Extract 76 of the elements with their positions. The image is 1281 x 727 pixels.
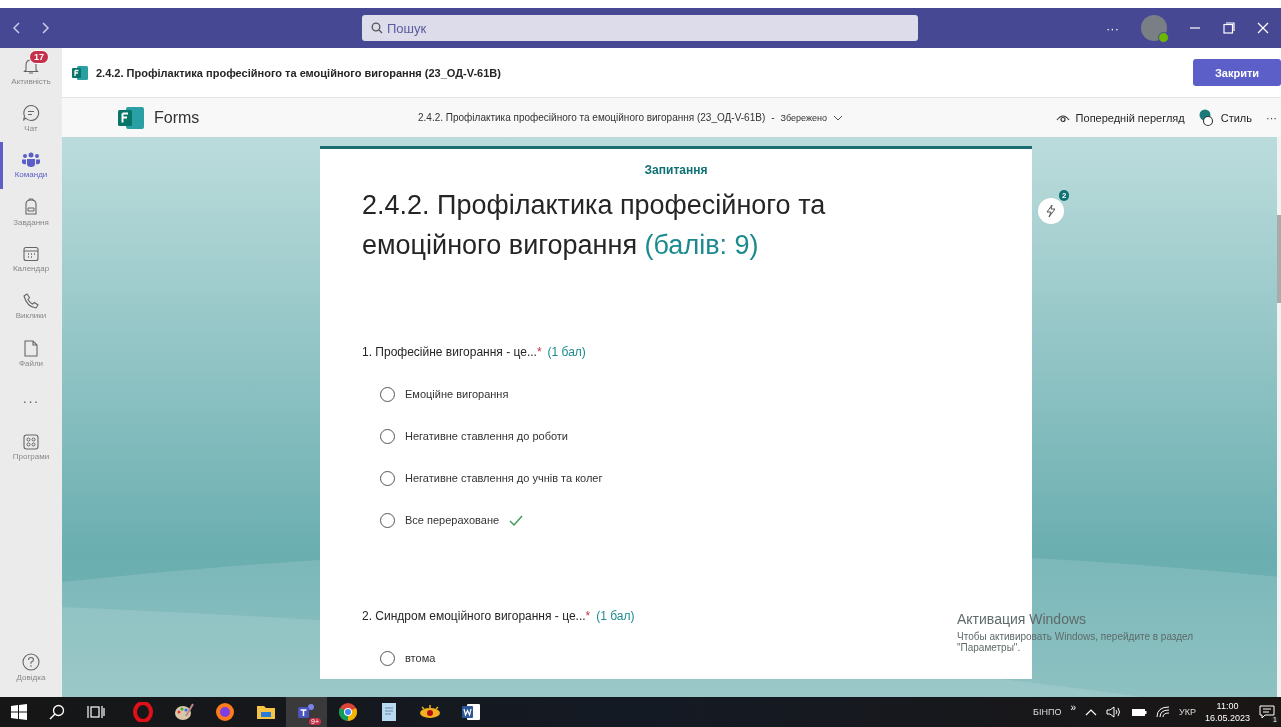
browser-icon[interactable]	[214, 702, 235, 722]
notification-icon	[1259, 705, 1275, 719]
teams-icon	[296, 703, 317, 721]
help-button[interactable]: Довідка	[0, 644, 62, 691]
chevron-down-icon[interactable]	[832, 114, 843, 121]
option-label: Негативне ставлення до роботи	[405, 430, 568, 442]
option-label: Все перераховане	[405, 514, 500, 526]
more-apps-button[interactable]: ···	[0, 377, 62, 424]
lightning-icon	[1045, 204, 1057, 218]
palette-icon	[1198, 108, 1215, 127]
forms-logo-icon	[118, 106, 144, 129]
toolbar-label[interactable]: БІНПО	[1033, 707, 1062, 717]
app-bar-item[interactable]: Команди	[0, 142, 62, 189]
avatar[interactable]	[1141, 15, 1167, 41]
option-label: Емоційне вигорання	[405, 388, 509, 400]
search-field[interactable]: Пошук	[362, 15, 918, 41]
search-icon	[371, 22, 383, 34]
ideas-button[interactable]	[1038, 198, 1064, 224]
eye-icon	[1055, 112, 1070, 123]
back-icon[interactable]	[12, 21, 22, 35]
document-icon[interactable]	[460, 703, 481, 721]
more-options-button[interactable]: ···	[1106, 20, 1119, 36]
option-label: втома	[405, 652, 436, 664]
backpack-icon	[23, 198, 39, 216]
save-status[interactable]: Збережено	[780, 112, 827, 123]
app-bar-item[interactable]: Виклики	[0, 283, 62, 330]
close-button[interactable]: Закрити	[1193, 59, 1281, 86]
style-button[interactable]: Стиль	[1198, 108, 1252, 127]
app-bar-item[interactable]: Чат	[0, 95, 62, 142]
question-title: 1. Професійне вигорання - це...* (1 бал)	[362, 345, 587, 359]
forms-icon	[72, 65, 88, 80]
clock[interactable]: 11:00 16.05.2023	[1204, 700, 1250, 724]
more-options-button[interactable]: ···	[1266, 111, 1281, 124]
phone-icon	[23, 293, 39, 309]
language-indicator[interactable]: УКР	[1179, 707, 1196, 717]
app-bar-item[interactable]: Завдання	[0, 189, 62, 236]
scrollbar[interactable]	[1277, 137, 1281, 697]
chevron-up-icon[interactable]	[1085, 708, 1097, 716]
folder-icon[interactable]	[255, 703, 276, 721]
calendar-icon	[23, 246, 39, 262]
wifi-icon[interactable]	[1156, 706, 1170, 718]
windows-start-icon[interactable]	[11, 704, 27, 720]
task-view-icon[interactable]	[87, 705, 105, 719]
palette-icon[interactable]	[173, 702, 194, 722]
notepad-icon[interactable]	[380, 702, 397, 722]
scrollbar-thumb[interactable]	[1277, 215, 1281, 303]
form-title: 2.4.2. Профілактика професійного та емоційного вигорання (балів: 9)	[362, 189, 827, 262]
separator-text: -	[771, 112, 775, 123]
app-bar-item[interactable]: Файли	[0, 330, 62, 377]
preview-button[interactable]: Попередній перегляд	[1055, 111, 1185, 124]
checkmark-icon	[509, 514, 524, 526]
count-badge: 2	[1059, 190, 1070, 201]
tab-title: 2.4.2. Профілактика професійного та емоційного вигорання (23_ОД-V-61В)	[96, 66, 501, 79]
battery-icon[interactable]	[1131, 707, 1147, 717]
eye-icon[interactable]	[417, 704, 442, 720]
app-name: Forms	[154, 108, 200, 127]
expand-toolbar-button[interactable]: »	[1070, 701, 1076, 713]
chat-icon	[22, 104, 40, 122]
people-icon	[21, 152, 41, 168]
option-label: Негативне ставлення до учнів та колег	[405, 472, 603, 484]
apps-icon	[23, 434, 39, 450]
speaker-icon[interactable]	[1106, 706, 1122, 718]
maximize-icon[interactable]	[1223, 22, 1235, 34]
questions-tab[interactable]: Запитання	[362, 163, 990, 177]
file-icon	[24, 339, 38, 357]
notification-badge: 17	[29, 50, 49, 64]
app-bar-item[interactable]: Календар	[0, 236, 62, 283]
browser-icon[interactable]	[337, 702, 358, 722]
document-title: 2.4.2. Профілактика професійного та емоційного вигорання (23_ОД-V-61В)	[418, 112, 766, 123]
app-bar-item[interactable]: 17 Активність	[0, 48, 62, 95]
help-icon	[22, 653, 40, 671]
status-icon	[1158, 32, 1169, 43]
close-icon[interactable]	[1257, 22, 1269, 34]
forward-icon[interactable]	[40, 21, 50, 35]
app-bar-item[interactable]: Програми	[0, 424, 62, 471]
search-icon[interactable]	[49, 704, 65, 720]
